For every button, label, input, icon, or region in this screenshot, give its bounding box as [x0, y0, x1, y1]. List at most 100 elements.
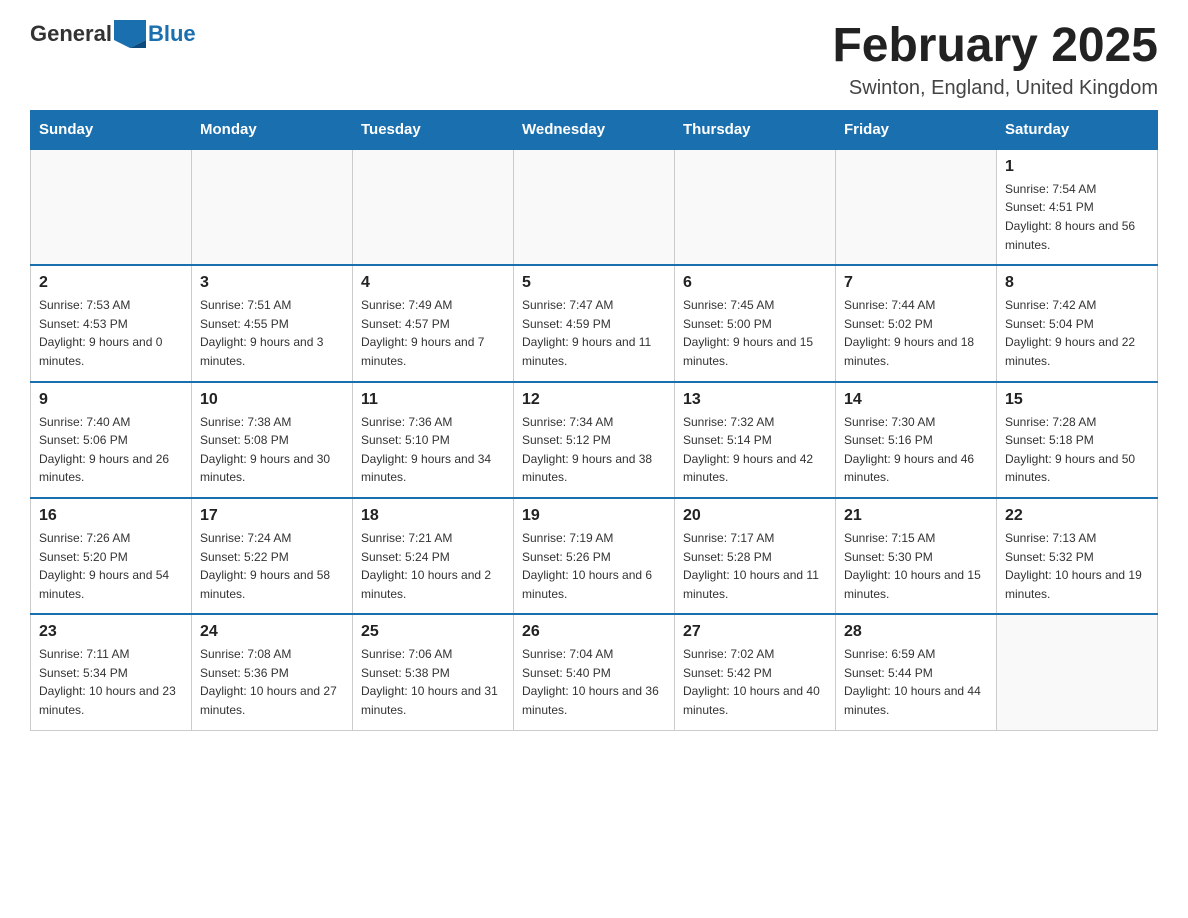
calendar-cell [192, 149, 353, 265]
day-number: 16 [39, 507, 183, 525]
calendar-cell: 1 Sunrise: 7:54 AMSunset: 4:51 PMDaylight… [997, 149, 1158, 265]
calendar-cell: 23 Sunrise: 7:11 AMSunset: 5:34 PMDayligh… [31, 614, 192, 730]
day-number: 27 [683, 623, 827, 641]
calendar-week-row: 9 Sunrise: 7:40 AMSunset: 5:06 PMDaylight… [31, 382, 1158, 498]
day-info: Sunrise: 7:51 AMSunset: 4:55 PMDaylight:… [200, 296, 344, 370]
logo-text-general: General [30, 21, 112, 47]
location: Swinton, England, United Kingdom [832, 77, 1158, 100]
day-info: Sunrise: 7:26 AMSunset: 5:20 PMDaylight:… [39, 529, 183, 603]
day-number: 4 [361, 274, 505, 292]
day-info: Sunrise: 7:44 AMSunset: 5:02 PMDaylight:… [844, 296, 988, 370]
calendar-cell: 15 Sunrise: 7:28 AMSunset: 5:18 PMDayligh… [997, 382, 1158, 498]
day-number: 15 [1005, 391, 1149, 409]
calendar-cell: 7 Sunrise: 7:44 AMSunset: 5:02 PMDaylight… [836, 265, 997, 381]
logo-icon [114, 20, 146, 48]
calendar-cell: 3 Sunrise: 7:51 AMSunset: 4:55 PMDaylight… [192, 265, 353, 381]
calendar-cell: 10Sunrise: 7:38 AMSunset: 5:08 PMDayligh… [192, 382, 353, 498]
calendar-cell: 12 Sunrise: 7:34 AMSunset: 5:12 PMDayligh… [514, 382, 675, 498]
calendar-cell [997, 614, 1158, 730]
calendar-cell: 25Sunrise: 7:06 AMSunset: 5:38 PMDayligh… [353, 614, 514, 730]
day-number: 2 [39, 274, 183, 292]
day-info: Sunrise: 7:24 AMSunset: 5:22 PMDaylight:… [200, 529, 344, 603]
day-number: 7 [844, 274, 988, 292]
day-info: Sunrise: 7:36 AMSunset: 5:10 PMDaylight:… [361, 413, 505, 487]
day-number: 19 [522, 507, 666, 525]
calendar-week-row: 16 Sunrise: 7:26 AMSunset: 5:20 PMDayligh… [31, 498, 1158, 614]
day-info: Sunrise: 7:34 AMSunset: 5:12 PMDaylight:… [522, 413, 666, 487]
calendar-cell [514, 149, 675, 265]
day-number: 5 [522, 274, 666, 292]
calendar-cell: 21Sunrise: 7:15 AMSunset: 5:30 PMDayligh… [836, 498, 997, 614]
day-info: Sunrise: 7:45 AMSunset: 5:00 PMDaylight:… [683, 296, 827, 370]
day-info: Sunrise: 7:38 AMSunset: 5:08 PMDaylight:… [200, 413, 344, 487]
calendar-cell: 2 Sunrise: 7:53 AMSunset: 4:53 PMDaylight… [31, 265, 192, 381]
calendar-day-header: Monday [192, 110, 353, 149]
day-info: Sunrise: 7:42 AMSunset: 5:04 PMDaylight:… [1005, 296, 1149, 370]
calendar-cell [353, 149, 514, 265]
day-number: 1 [1005, 158, 1149, 176]
calendar-cell: 24 Sunrise: 7:08 AMSunset: 5:36 PMDayligh… [192, 614, 353, 730]
calendar-day-header: Sunday [31, 110, 192, 149]
calendar-cell: 17 Sunrise: 7:24 AMSunset: 5:22 PMDayligh… [192, 498, 353, 614]
calendar-cell: 4 Sunrise: 7:49 AMSunset: 4:57 PMDaylight… [353, 265, 514, 381]
day-info: Sunrise: 7:19 AMSunset: 5:26 PMDaylight:… [522, 529, 666, 603]
day-info: Sunrise: 7:21 AMSunset: 5:24 PMDaylight:… [361, 529, 505, 603]
calendar-cell: 9 Sunrise: 7:40 AMSunset: 5:06 PMDaylight… [31, 382, 192, 498]
calendar-cell: 27 Sunrise: 7:02 AMSunset: 5:42 PMDayligh… [675, 614, 836, 730]
day-info: Sunrise: 7:53 AMSunset: 4:53 PMDaylight:… [39, 296, 183, 370]
day-info: Sunrise: 7:49 AMSunset: 4:57 PMDaylight:… [361, 296, 505, 370]
day-info: Sunrise: 7:04 AMSunset: 5:40 PMDaylight:… [522, 645, 666, 719]
calendar-cell [31, 149, 192, 265]
day-number: 23 [39, 623, 183, 641]
calendar-table: SundayMondayTuesdayWednesdayThursdayFrid… [30, 110, 1158, 731]
calendar-day-header: Wednesday [514, 110, 675, 149]
calendar-cell [675, 149, 836, 265]
day-info: Sunrise: 7:28 AMSunset: 5:18 PMDaylight:… [1005, 413, 1149, 487]
day-info: Sunrise: 7:40 AMSunset: 5:06 PMDaylight:… [39, 413, 183, 487]
logo-text-blue: Blue [148, 21, 196, 47]
calendar-day-header: Friday [836, 110, 997, 149]
day-number: 20 [683, 507, 827, 525]
calendar-week-row: 23 Sunrise: 7:11 AMSunset: 5:34 PMDayligh… [31, 614, 1158, 730]
title-section: February 2025 Swinton, England, United K… [832, 20, 1158, 100]
day-info: Sunrise: 7:11 AMSunset: 5:34 PMDaylight:… [39, 645, 183, 719]
calendar-week-row: 2 Sunrise: 7:53 AMSunset: 4:53 PMDaylight… [31, 265, 1158, 381]
day-info: Sunrise: 7:54 AMSunset: 4:51 PMDaylight:… [1005, 180, 1149, 254]
calendar-cell: 16 Sunrise: 7:26 AMSunset: 5:20 PMDayligh… [31, 498, 192, 614]
day-number: 24 [200, 623, 344, 641]
day-number: 28 [844, 623, 988, 641]
day-number: 3 [200, 274, 344, 292]
logo: General Blue [30, 20, 196, 48]
calendar-day-header: Thursday [675, 110, 836, 149]
calendar-cell: 26 Sunrise: 7:04 AMSunset: 5:40 PMDayligh… [514, 614, 675, 730]
calendar-cell: 28Sunrise: 6:59 AMSunset: 5:44 PMDayligh… [836, 614, 997, 730]
day-info: Sunrise: 7:30 AMSunset: 5:16 PMDaylight:… [844, 413, 988, 487]
page-header: General Blue February 2025 Swinton, Engl… [30, 20, 1158, 100]
day-number: 6 [683, 274, 827, 292]
day-number: 8 [1005, 274, 1149, 292]
day-info: Sunrise: 7:02 AMSunset: 5:42 PMDaylight:… [683, 645, 827, 719]
calendar-cell: 5 Sunrise: 7:47 AMSunset: 4:59 PMDaylight… [514, 265, 675, 381]
calendar-cell: 13 Sunrise: 7:32 AMSunset: 5:14 PMDayligh… [675, 382, 836, 498]
month-title: February 2025 [832, 20, 1158, 73]
calendar-day-header: Saturday [997, 110, 1158, 149]
day-info: Sunrise: 7:32 AMSunset: 5:14 PMDaylight:… [683, 413, 827, 487]
calendar-cell: 8 Sunrise: 7:42 AMSunset: 5:04 PMDaylight… [997, 265, 1158, 381]
calendar-cell: 14Sunrise: 7:30 AMSunset: 5:16 PMDayligh… [836, 382, 997, 498]
day-number: 17 [200, 507, 344, 525]
day-info: Sunrise: 7:13 AMSunset: 5:32 PMDaylight:… [1005, 529, 1149, 603]
day-info: Sunrise: 7:06 AMSunset: 5:38 PMDaylight:… [361, 645, 505, 719]
calendar-week-row: 1 Sunrise: 7:54 AMSunset: 4:51 PMDaylight… [31, 149, 1158, 265]
calendar-cell: 6 Sunrise: 7:45 AMSunset: 5:00 PMDaylight… [675, 265, 836, 381]
calendar-cell: 11Sunrise: 7:36 AMSunset: 5:10 PMDayligh… [353, 382, 514, 498]
day-number: 13 [683, 391, 827, 409]
calendar-cell: 19 Sunrise: 7:19 AMSunset: 5:26 PMDayligh… [514, 498, 675, 614]
day-number: 12 [522, 391, 666, 409]
day-info: Sunrise: 7:17 AMSunset: 5:28 PMDaylight:… [683, 529, 827, 603]
calendar-day-header: Tuesday [353, 110, 514, 149]
day-info: Sunrise: 7:47 AMSunset: 4:59 PMDaylight:… [522, 296, 666, 370]
day-info: Sunrise: 7:08 AMSunset: 5:36 PMDaylight:… [200, 645, 344, 719]
day-number: 26 [522, 623, 666, 641]
calendar-cell [836, 149, 997, 265]
day-number: 9 [39, 391, 183, 409]
